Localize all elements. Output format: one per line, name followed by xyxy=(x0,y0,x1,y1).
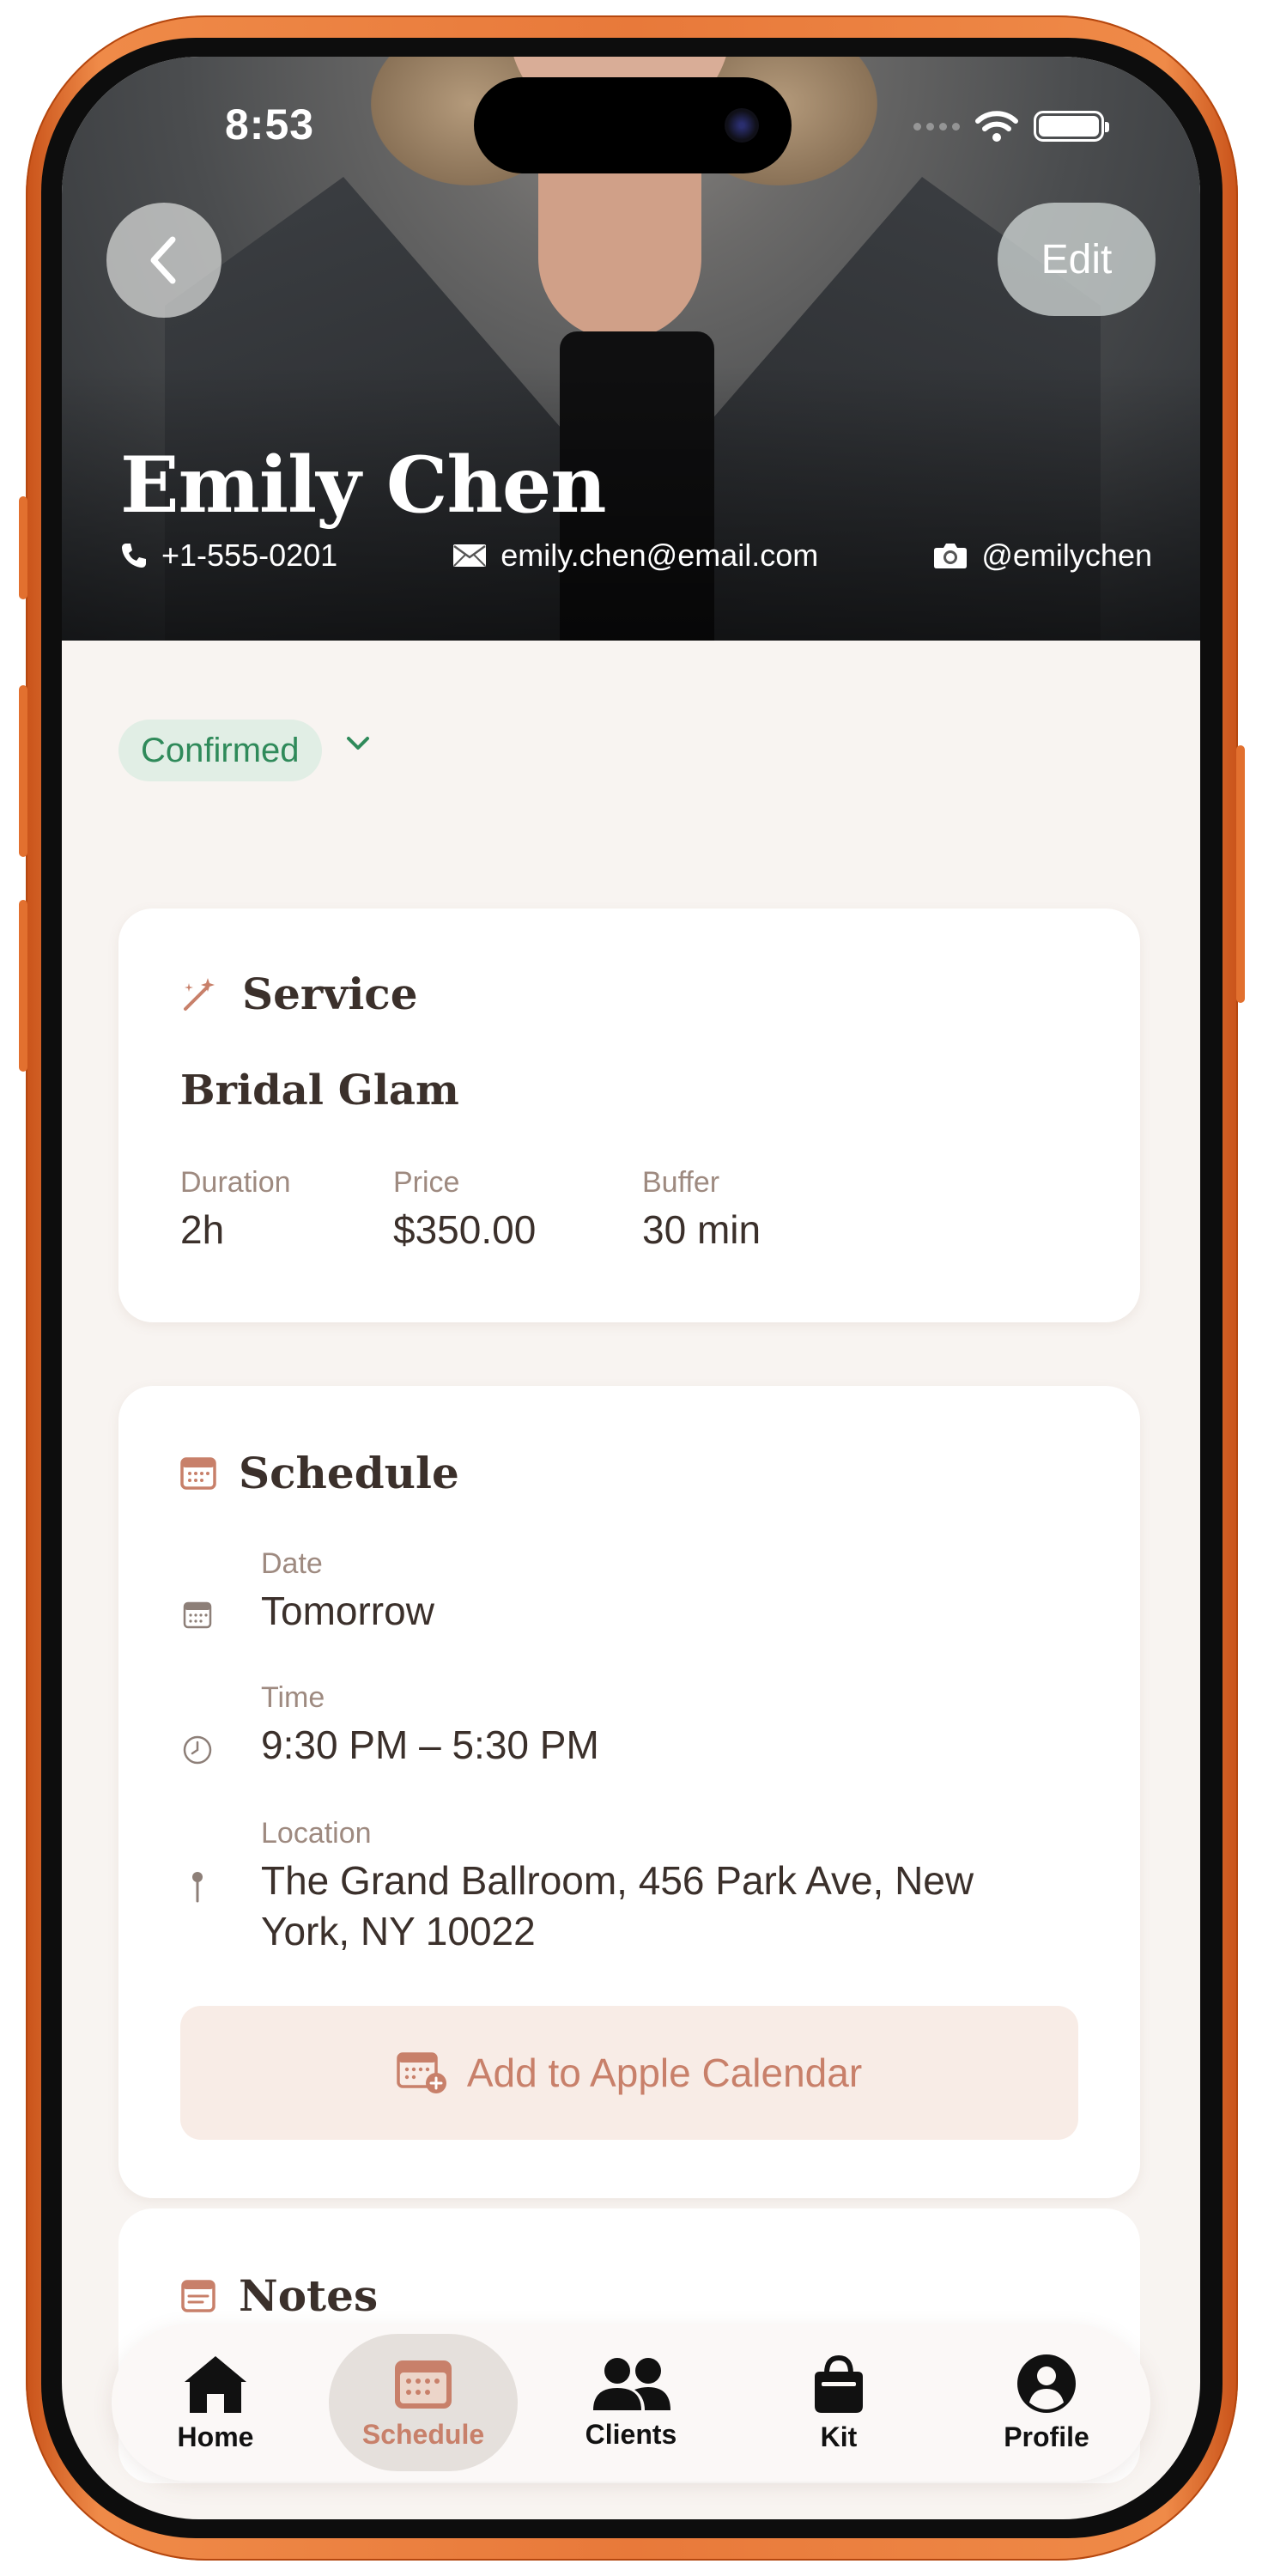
schedule-title: Schedule xyxy=(239,1448,459,1498)
wifi-icon xyxy=(975,111,1018,142)
status-indicators xyxy=(913,110,1109,143)
location-label: Location xyxy=(261,1817,372,1850)
date-row: Date Tomorrow xyxy=(180,1547,1034,1637)
tab-profile[interactable]: Profile xyxy=(952,2334,1141,2471)
service-header: Service xyxy=(180,969,418,1019)
calendar-icon xyxy=(180,1456,216,1490)
buffer-stat: Buffer 30 min xyxy=(642,1166,761,1253)
screen: 8:53 Edit Emily Chen +1-555-0201 emily.c… xyxy=(62,57,1200,2519)
email-link[interactable]: emily.chen@email.com xyxy=(452,538,818,574)
location-row: Location The Grand Ballroom, 456 Park Av… xyxy=(180,1817,1034,1957)
notes-title: Notes xyxy=(239,2270,379,2321)
sparkle-wand-icon xyxy=(184,977,215,1011)
cellular-signal-icon xyxy=(913,122,960,131)
tab-schedule-label: Schedule xyxy=(361,2418,485,2450)
phone-link[interactable]: +1-555-0201 xyxy=(120,538,337,574)
edit-button[interactable]: Edit xyxy=(998,203,1156,316)
calendar-small-icon xyxy=(183,1601,212,1629)
chevron-left-icon xyxy=(150,236,176,284)
calendar-add-icon xyxy=(397,2052,446,2093)
duration-label: Duration xyxy=(180,1166,291,1199)
mail-icon xyxy=(453,544,487,567)
home-icon xyxy=(185,2355,246,2413)
contact-row: +1-555-0201 emily.chen@email.com @emilyc… xyxy=(120,538,1152,574)
notes-icon xyxy=(181,2279,215,2312)
time-value: 9:30 PM – 5:30 PM xyxy=(261,1722,599,1767)
email-text: emily.chen@email.com xyxy=(501,538,819,573)
tab-kit[interactable]: Kit xyxy=(744,2334,933,2471)
clock-icon xyxy=(183,1735,212,1765)
dynamic-island xyxy=(474,77,792,173)
chevron-down-icon[interactable] xyxy=(345,735,371,752)
pin-icon xyxy=(192,1872,203,1903)
volume-up-button xyxy=(19,685,27,857)
buffer-label: Buffer xyxy=(642,1166,720,1199)
tab-profile-label: Profile xyxy=(1004,2421,1089,2452)
camera-icon xyxy=(934,544,968,568)
status-time: 8:53 xyxy=(225,100,315,149)
time-row: Time 9:30 PM – 5:30 PM xyxy=(180,1681,1034,1771)
clients-icon xyxy=(593,2357,670,2410)
instagram-text: @emilychen xyxy=(981,538,1152,573)
duration-value: 2h xyxy=(180,1207,225,1252)
time-label: Time xyxy=(261,1681,325,1714)
date-label: Date xyxy=(261,1547,323,1580)
back-button[interactable] xyxy=(106,203,221,318)
tab-home-label: Home xyxy=(177,2421,254,2452)
add-to-calendar-label: Add to Apple Calendar xyxy=(466,2050,863,2095)
power-button xyxy=(1236,745,1245,1003)
schedule-header: Schedule xyxy=(180,1448,459,1498)
battery-icon xyxy=(1034,111,1109,142)
tab-clients[interactable]: Clients xyxy=(537,2334,725,2471)
tab-clients-label: Clients xyxy=(585,2418,677,2450)
tab-bar: Home Schedule Clients Kit Profile xyxy=(112,2324,1150,2482)
location-value: The Grand Ballroom, 456 Park Ave, New Yo… xyxy=(261,1858,974,1953)
notes-header: Notes xyxy=(180,2270,378,2321)
duration-stat: Duration 2h xyxy=(180,1166,291,1253)
profile-icon xyxy=(1017,2354,1076,2413)
schedule-card: Schedule Date Tomorrow Time 9:30 PM – 5:… xyxy=(118,1386,1140,2198)
service-name: Bridal Glam xyxy=(180,1066,459,1115)
service-title: Service xyxy=(242,969,418,1019)
instagram-link[interactable]: @emilychen xyxy=(933,538,1152,574)
price-label: Price xyxy=(393,1166,460,1199)
calendar-tab-icon xyxy=(395,2360,452,2409)
add-to-calendar-button[interactable]: Add to Apple Calendar xyxy=(180,2006,1078,2140)
bag-icon xyxy=(815,2354,863,2413)
buffer-value: 30 min xyxy=(642,1207,761,1252)
service-card: Service Bridal Glam Duration 2h Price $3… xyxy=(118,908,1140,1322)
tab-kit-label: Kit xyxy=(820,2421,858,2452)
price-value: $350.00 xyxy=(393,1207,537,1252)
tab-home[interactable]: Home xyxy=(121,2334,310,2471)
client-photo-header: 8:53 Edit Emily Chen +1-555-0201 emily.c… xyxy=(62,57,1200,641)
price-stat: Price $350.00 xyxy=(393,1166,536,1253)
volume-down-button xyxy=(19,900,27,1072)
client-name: Emily Chen xyxy=(120,440,607,531)
date-value: Tomorrow xyxy=(261,1589,434,1633)
phone-text: +1-555-0201 xyxy=(161,538,338,573)
tab-schedule[interactable]: Schedule xyxy=(329,2334,518,2471)
action-button xyxy=(19,496,27,599)
status-badge[interactable]: Confirmed xyxy=(118,720,322,781)
phone-icon xyxy=(122,544,146,568)
